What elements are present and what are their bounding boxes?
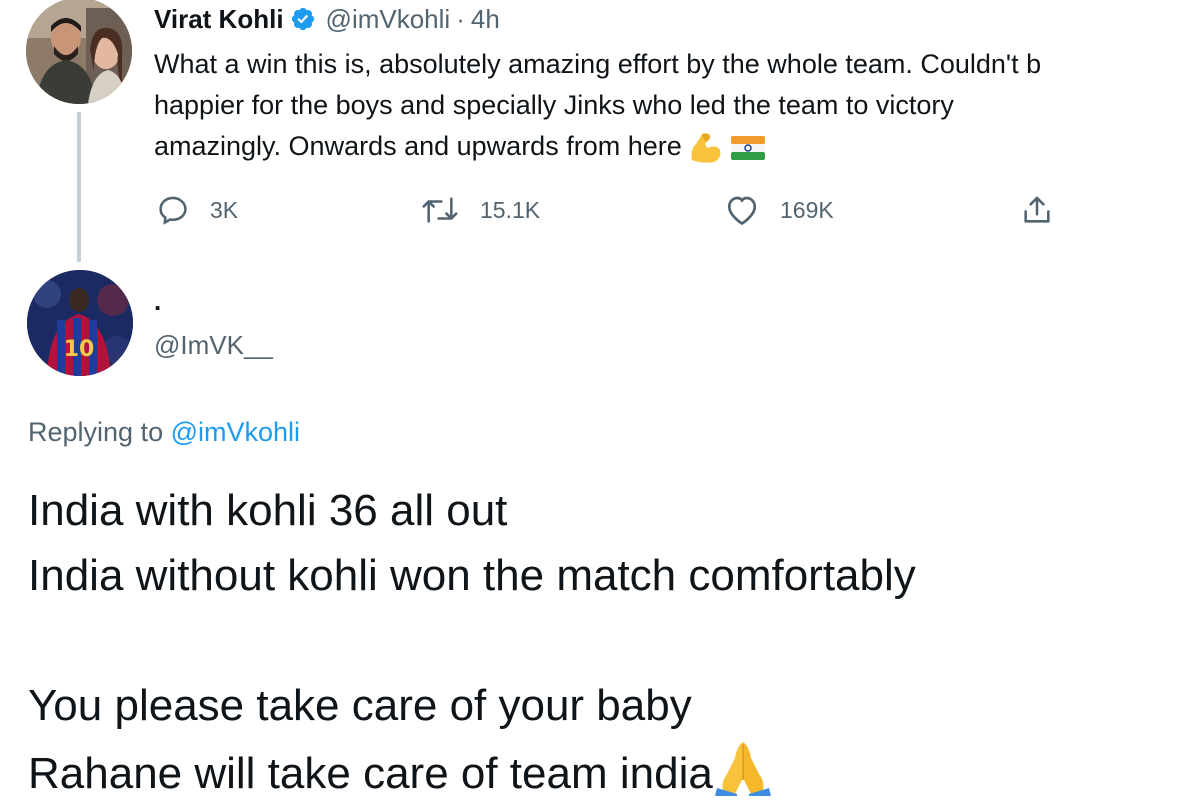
football-jersey-avatar-icon: 10 (27, 270, 133, 376)
reply-action[interactable]: 3K (156, 190, 238, 230)
reply-icon (159, 196, 187, 225)
tweet-text-line: amazingly. Onwards and upwards from here (154, 126, 1200, 167)
reply-text: India with kohli 36 all out India withou… (28, 478, 916, 803)
like-action[interactable]: 169K (724, 190, 834, 230)
reply-author-handle[interactable]: @ImVK__ (154, 328, 273, 362)
thread-connector-line (77, 112, 81, 262)
tweet-text-line: What a win this is, absolutely amazing e… (154, 49, 1042, 79)
share-action[interactable] (1020, 190, 1054, 230)
tweet-header: Virat Kohli @imVkohli · 4h (154, 0, 500, 38)
tweet-timestamp[interactable]: 4h (471, 4, 500, 35)
folded-hands-emoji-icon (714, 742, 771, 796)
like-count: 169K (780, 196, 834, 223)
replying-to-mention[interactable]: @imVkohli (171, 417, 300, 447)
reply-text-line-content: Rahane will take care of team india (28, 749, 713, 798)
reply-text-line: You please take care of your baby (28, 681, 692, 730)
tweet-text-line-content: amazingly. Onwards and upwards from here (154, 131, 682, 161)
author-name[interactable]: Virat Kohli (154, 4, 284, 35)
replying-to-label: Replying to (28, 417, 164, 447)
reply-text-line: Rahane will take care of team india (28, 738, 916, 803)
tweet-action-bar: 3K 15.1K 169K (0, 190, 1200, 230)
tweet-text-line: happier for the boys and specially Jinks… (154, 90, 954, 120)
retweet-action[interactable]: 15.1K (420, 190, 540, 230)
reply-author-avatar[interactable]: 10 (27, 270, 133, 376)
author-handle[interactable]: @imVkohli (326, 4, 451, 35)
verified-badge-icon (291, 7, 314, 31)
retweet-count: 15.1K (480, 196, 541, 223)
replying-to: Replying to @imVkohli (28, 412, 300, 452)
reply-author-name[interactable]: . (154, 286, 161, 316)
author-avatar[interactable] (26, 0, 132, 104)
share-icon (1024, 196, 1050, 223)
flexed-biceps-emoji-icon (691, 133, 721, 163)
reply-text-line: India with kohli 36 all out (28, 486, 508, 535)
india-flag-emoji-icon (730, 135, 765, 160)
reply-text-line (28, 608, 916, 673)
retweet-icon (422, 197, 458, 223)
couple-photo-avatar-icon (26, 0, 132, 104)
svg-text:10: 10 (64, 337, 95, 362)
reply-count: 3K (210, 196, 239, 223)
header-separator: · (456, 3, 465, 34)
tweet-text: What a win this is, absolutely amazing e… (154, 44, 1200, 167)
heart-icon (727, 196, 757, 226)
reply-text-line: India without kohli won the match comfor… (28, 551, 916, 600)
